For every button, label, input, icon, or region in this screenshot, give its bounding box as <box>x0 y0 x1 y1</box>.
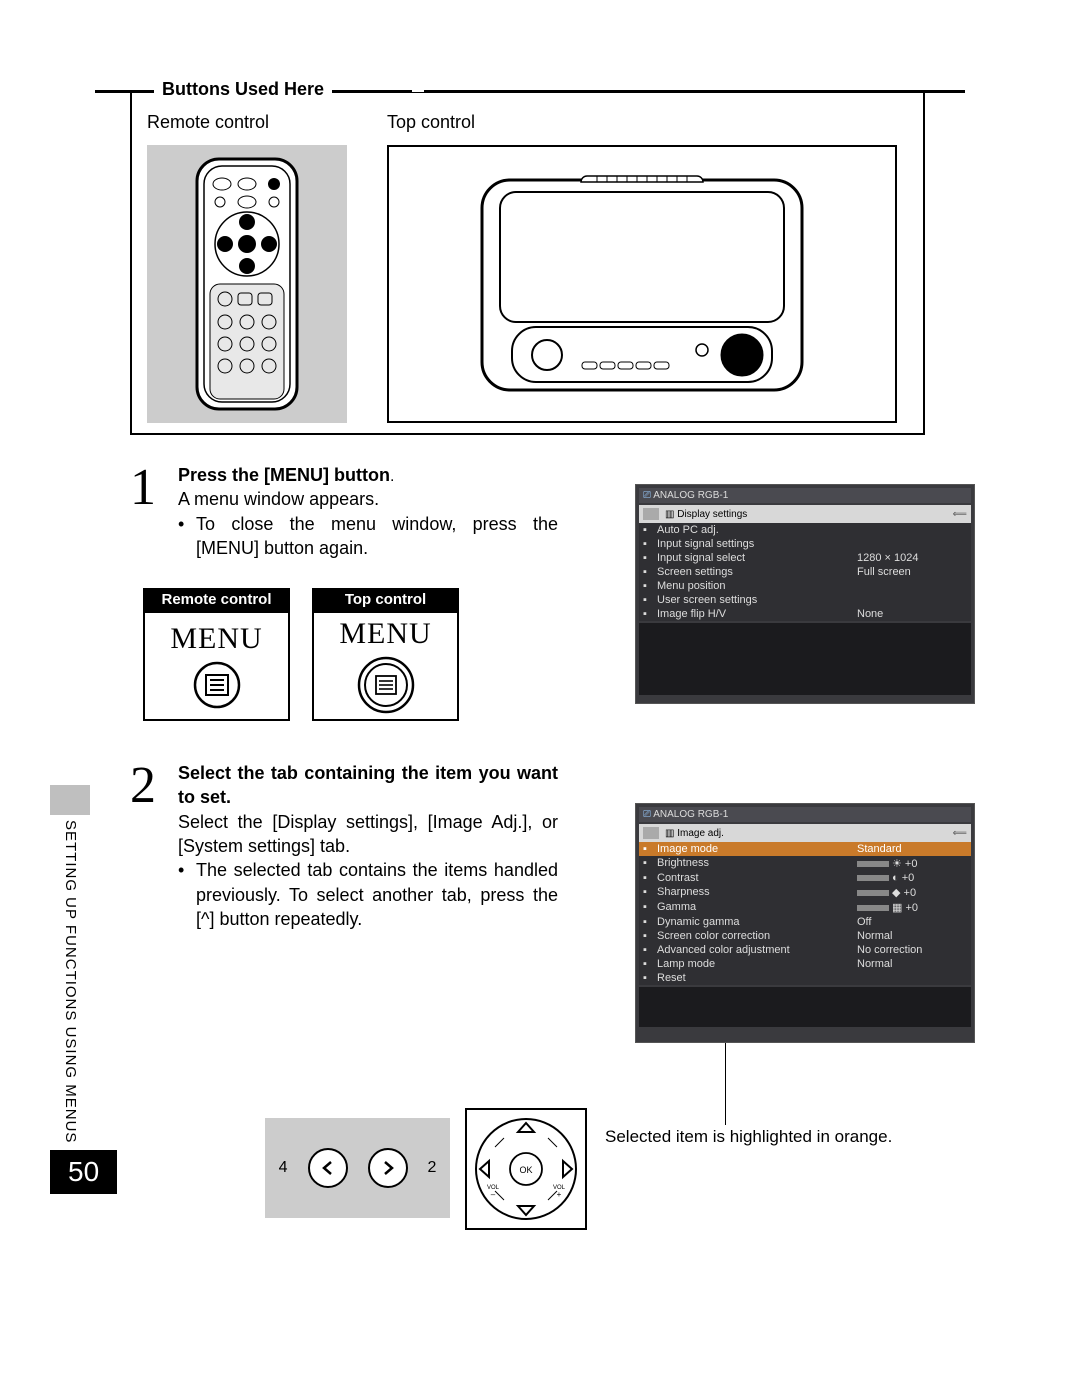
remote-arrow-buttons: 4 2 <box>265 1118 450 1218</box>
osd-menu-row: ▪User screen settings <box>639 593 971 607</box>
buttons-used-here-box: Buttons Used Here Remote control <box>130 90 925 435</box>
step-2-number: 2 <box>130 761 178 931</box>
fieldset-legend: Buttons Used Here <box>154 79 332 100</box>
selected-caption: Selected item is highlighted in orange. <box>605 1127 892 1147</box>
osd-menu-row: ▪Image modeStandard <box>639 842 971 856</box>
osd-menu-row: ▪Sharpness◆ +0 <box>639 885 971 900</box>
osd-screenshot-display-settings: ⎚ ANALOG RGB-1 ▥ Display settings ⟸ ▪Aut… <box>635 484 975 704</box>
svg-text:–: – <box>491 1190 496 1199</box>
side-tab <box>50 785 90 815</box>
menu-word-remote: MENU <box>170 622 262 656</box>
step-2-line1: Select the [Display settings], [Image Ad… <box>178 810 558 859</box>
osd-menu-row: ▪Gamma▦ +0 <box>639 900 971 915</box>
step-1-number: 1 <box>130 463 178 560</box>
osd-menu-row: ▪Input signal settings <box>639 537 971 551</box>
osd-menu-row: ▪Screen settingsFull screen <box>639 565 971 579</box>
remote-menu-button-group: Remote control MENU <box>143 588 290 721</box>
svg-text:+: + <box>557 1190 562 1199</box>
sidebar-section-title: SETTING UP FUNCTIONS USING MENUS <box>62 820 79 1143</box>
osd-menu-row: ▪Image flip H/VNone <box>639 607 971 621</box>
osd-menu-row: ▪Input signal select1280 × 1024 <box>639 551 971 565</box>
top-menu-label: Top control <box>312 588 459 611</box>
osd-menu-row: ▪Reset <box>639 971 971 985</box>
step-1-bullet: To close the menu window, press the [MEN… <box>196 512 558 561</box>
osd-menu-row: ▪Screen color correctionNormal <box>639 929 971 943</box>
remote-control-label: Remote control <box>147 112 387 133</box>
page-number: 50 <box>50 1150 117 1194</box>
leader-line <box>725 1043 726 1125</box>
osd-menu-row: ▪Brightness☀ +0 <box>639 856 971 871</box>
menu-icon <box>192 660 242 710</box>
step-2-heading: Select the tab containing the item you w… <box>178 761 558 810</box>
osd-menu-row: ▪Advanced color adjustmentNo correction <box>639 943 971 957</box>
step-2-bullet: The selected tab contains the items hand… <box>196 858 558 931</box>
left-arrow-icon <box>308 1148 348 1188</box>
step-1-line1: A menu window appears. <box>178 487 558 511</box>
projector-illustration <box>387 145 897 423</box>
right-arrow-icon <box>368 1148 408 1188</box>
osd-menu-row: ▪Auto PC adj. <box>639 523 971 537</box>
osd-menu-row: ▪Lamp modeNormal <box>639 957 971 971</box>
step-1-heading: Press the [MENU] button <box>178 465 390 485</box>
osd-menu-row: ▪Contrast◐ +0 <box>639 871 971 885</box>
svg-text:OK: OK <box>519 1165 532 1175</box>
top-menu-button-group: Top control MENU <box>312 588 459 721</box>
osd-menu-row: ▪Dynamic gammaOff <box>639 915 971 929</box>
osd-screenshot-image-adj: ⎚ ANALOG RGB-1 ▥ Image adj. ⟸ ▪Image mod… <box>635 803 975 1043</box>
menu-icon <box>356 655 416 715</box>
osd-menu-row: ▪Menu position <box>639 579 971 593</box>
menu-word-top: MENU <box>339 617 431 651</box>
remote-illustration <box>147 145 347 423</box>
top-control-label: Top control <box>387 112 908 133</box>
remote-menu-label: Remote control <box>143 588 290 611</box>
top-control-dpad: OK VOL – VOL + <box>465 1108 587 1230</box>
